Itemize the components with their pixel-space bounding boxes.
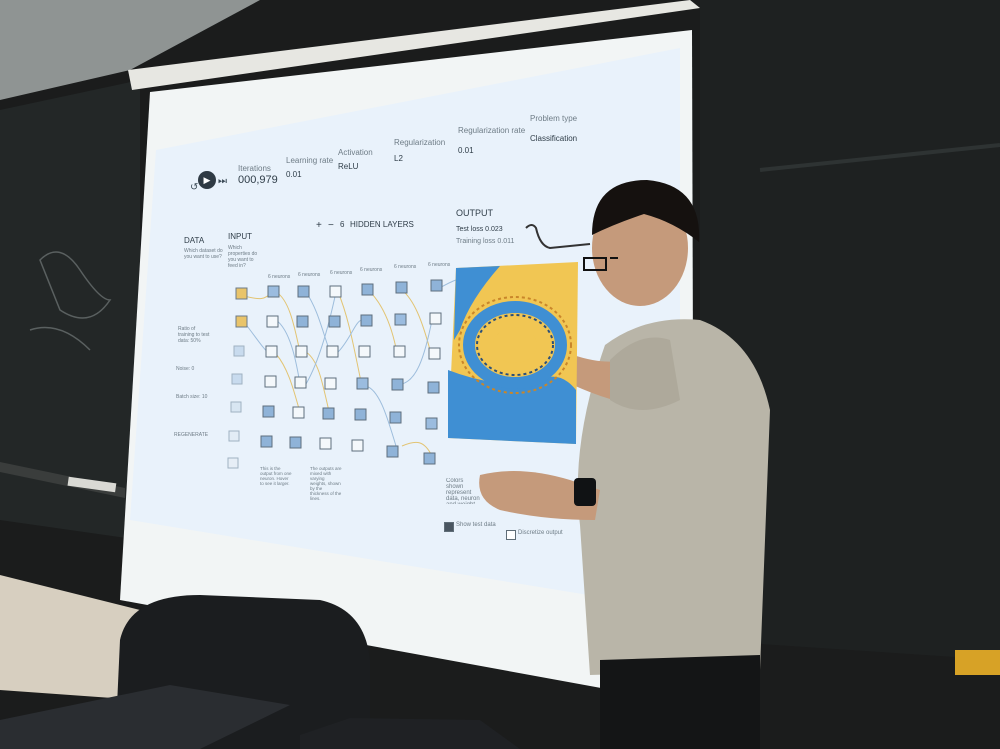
output-heatmap	[448, 262, 578, 444]
neuron[interactable]	[386, 445, 399, 458]
neuron[interactable]	[324, 377, 337, 390]
neuron[interactable]	[358, 345, 371, 358]
neuron[interactable]	[267, 285, 280, 298]
neuron[interactable]	[429, 312, 442, 325]
input-neuron[interactable]	[231, 373, 243, 385]
neuron[interactable]	[297, 285, 310, 298]
input-neuron[interactable]	[233, 345, 245, 357]
neuron[interactable]	[389, 411, 402, 424]
neuron[interactable]	[356, 377, 369, 390]
neuron[interactable]	[262, 405, 275, 418]
loss-chart	[525, 224, 591, 250]
input-neuron[interactable]	[235, 315, 248, 328]
neuron[interactable]	[393, 345, 406, 358]
neuron[interactable]	[292, 406, 305, 419]
neuron[interactable]	[361, 283, 374, 296]
neuron[interactable]	[391, 378, 404, 391]
weight-lines	[243, 279, 457, 457]
neuron[interactable]	[289, 436, 302, 449]
neuron[interactable]	[265, 345, 278, 358]
neuron[interactable]	[351, 439, 364, 452]
neuron[interactable]	[319, 437, 332, 450]
neuron[interactable]	[328, 315, 341, 328]
input-neuron[interactable]	[235, 287, 248, 300]
neuron[interactable]	[430, 279, 443, 292]
input-neuron[interactable]	[228, 430, 240, 442]
neuron[interactable]	[296, 315, 309, 328]
neuron[interactable]	[326, 345, 339, 358]
input-neuron[interactable]	[230, 401, 242, 413]
neuron[interactable]	[423, 452, 436, 465]
neuron[interactable]	[294, 376, 307, 389]
neuron[interactable]	[260, 435, 273, 448]
neuron[interactable]	[266, 315, 279, 328]
neuron[interactable]	[264, 375, 277, 388]
neuron[interactable]	[354, 408, 367, 421]
neuron[interactable]	[295, 345, 308, 358]
neuron[interactable]	[360, 314, 373, 327]
neuron[interactable]	[395, 281, 408, 294]
neuron[interactable]	[394, 313, 407, 326]
neuron[interactable]	[427, 381, 440, 394]
input-neuron[interactable]	[227, 457, 239, 469]
network-graphics	[227, 224, 591, 469]
neuron[interactable]	[428, 347, 441, 360]
neuron[interactable]	[425, 417, 438, 430]
neuron[interactable]	[329, 285, 342, 298]
neuron[interactable]	[322, 407, 335, 420]
